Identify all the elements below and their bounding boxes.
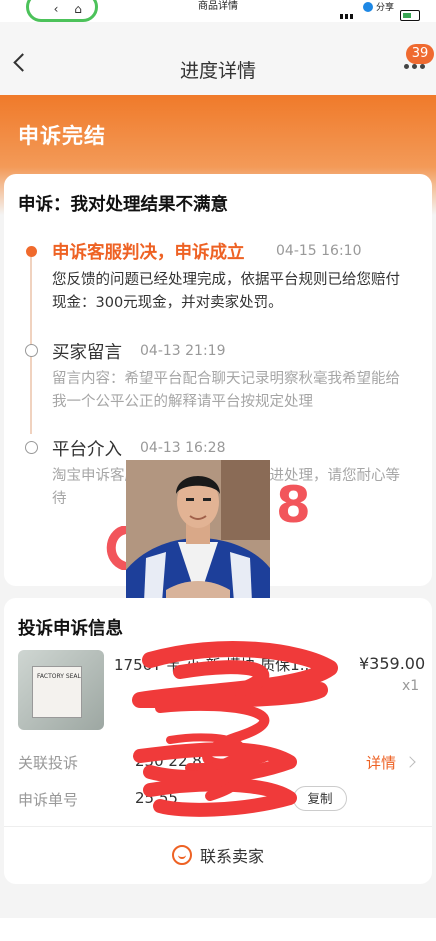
product-name[interactable]: 1756T 韦 小 新 模块 质保1... — [114, 654, 336, 677]
step-time-verdict: 04-15 16:10 — [276, 243, 362, 259]
share-button[interactable]: 分享 — [363, 0, 394, 13]
product-price: ¥359.00 — [359, 654, 426, 673]
appeal-heading: 申诉：我对处理结果不满意 — [18, 195, 228, 215]
person-photo-overlay — [126, 460, 270, 602]
step-time-buyer-message: 04-13 21:19 — [140, 343, 226, 359]
timeline-dot — [25, 441, 38, 454]
contact-seller-label: 联系卖家 — [199, 847, 264, 866]
more-options-icon[interactable] — [404, 64, 425, 69]
signal-icon — [340, 14, 353, 19]
bottom-safe-area — [0, 918, 436, 941]
page-title: 进度详情 — [179, 60, 256, 82]
product-box-image: FACTORY SEAL — [32, 666, 82, 718]
product-box-label: FACTORY SEAL — [37, 673, 81, 680]
chevron-right-icon — [404, 756, 416, 768]
step-time-platform: 04-13 16:28 — [140, 440, 226, 456]
appeal-number-value: 25 55 — [135, 789, 178, 807]
appeal-number-label: 申诉单号 — [18, 791, 79, 809]
timeline-dot — [25, 344, 38, 357]
nav-header: 进度详情 39 — [0, 22, 436, 95]
share-label: 分享 — [376, 3, 395, 13]
timeline-dot-active — [26, 246, 37, 257]
step-title-verdict: 申诉客服判决，申诉成立 — [52, 243, 245, 263]
product-quantity: x1 — [402, 678, 420, 694]
related-complaint-label: 关联投诉 — [18, 754, 79, 772]
message-count-badge[interactable]: 39 — [406, 44, 434, 64]
red-sticker-digit: 8 — [276, 476, 311, 534]
red-sticker-mark — [106, 526, 128, 570]
divider — [4, 826, 432, 827]
complaint-info-card: 投诉申诉信息 FACTORY SEAL 1756T 韦 小 新 模块 质保1..… — [4, 598, 432, 884]
battery-icon — [400, 10, 420, 21]
step-body-buyer-message: 留言内容：希望平台配合聊天记录明察秋毫我希望能给我一个公平公正的解释请平台按规定… — [52, 371, 400, 410]
appeal-status-title: 申诉完结 — [18, 124, 106, 148]
product-thumbnail[interactable]: FACTORY SEAL — [18, 650, 104, 730]
copy-button[interactable]: 复制 — [293, 786, 347, 811]
complaint-info-heading: 投诉申诉信息 — [18, 619, 123, 639]
share-icon — [363, 1, 373, 12]
step-title-buyer-message: 买家留言 — [52, 343, 122, 363]
related-complaint-value: 250 22 82 — [135, 752, 212, 770]
step-title-platform: 平台介入 — [52, 440, 122, 460]
status-bar: ‹ ⌂ 商品详情 分享 — [0, 0, 436, 22]
step-body-verdict: 您反馈的问题已经处理完成，依据平台规则已给您赔付现金：300元现金，并对卖家处罚… — [52, 272, 400, 311]
contact-seller-button[interactable]: 联系卖家 — [4, 834, 432, 876]
related-detail-link[interactable]: 详情 — [366, 752, 396, 773]
smile-icon — [171, 845, 192, 865]
